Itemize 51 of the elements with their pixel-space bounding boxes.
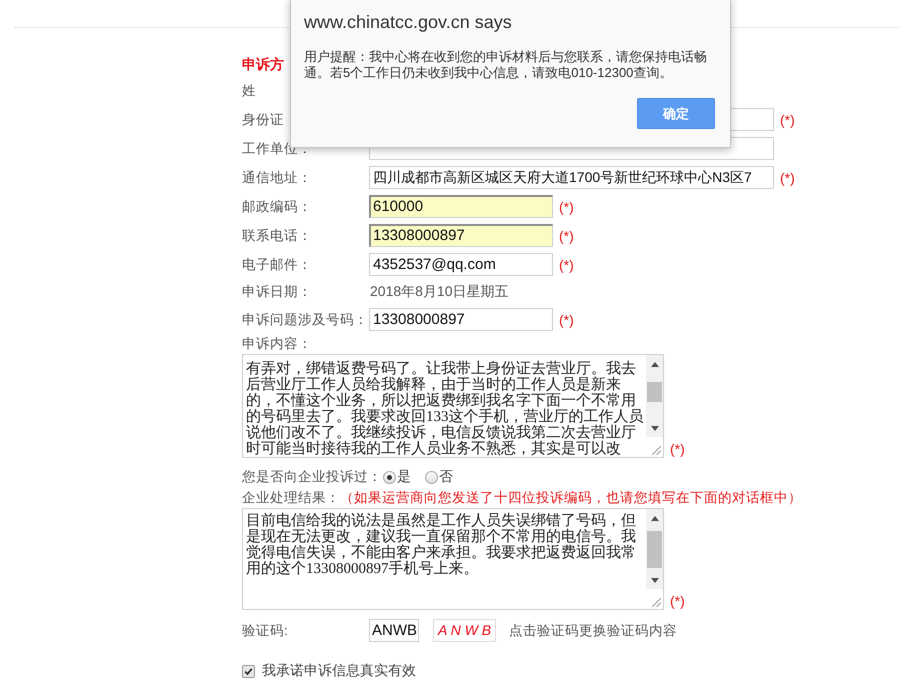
field-label: 联系电话： [242,226,313,244]
checkbox-label[interactable]: 我承诺申诉信息真实有效 [262,662,416,680]
scroll-thumb[interactable] [647,382,662,402]
radio-button[interactable] [383,470,396,484]
field-label: 您是否向企业投诉过： [242,468,382,486]
field-label: 申诉问题涉及号码： [242,310,369,328]
caret-down-icon [650,426,658,430]
text-area[interactable]: 有弄对，绑错返费号码了。让我带上身份证去营业厅。我去后营业厅工作人员给我解释，由于当时的工作人员是新来的，不懂这个业务，所以把返费绑到我名字下面一个不常用的号码里去了。我要求改回133这个手机，营业厅的工作人员说他们改不了。我继续投诉，电信反馈说我第二次去营业厅时可能当时接待我的工作人员业务不熟悉，其实是可以改 [242,354,664,458]
resize-grip-icon[interactable] [652,446,661,455]
input-field[interactable]: 四川成都市高新区城区天府大道1700号新世纪环球中心N3区7 [369,166,774,189]
field-label: 电子邮件： [242,256,313,274]
caret-up-icon [650,516,658,520]
scrollbar[interactable] [646,509,663,589]
required-mark: (*) [559,226,574,244]
required-mark: (*) [780,110,795,128]
field-label: 验证码: [242,622,289,640]
field-label: 通信地址： [242,168,313,186]
required-mark: (*) [670,440,685,458]
required-mark: (*) [780,168,795,186]
field-label: 身份证 [242,110,285,128]
captcha-hint: 点击验证码更换验证码内容 [509,622,678,640]
radio-label[interactable]: 否 [439,468,453,486]
scrollbar[interactable] [646,355,663,437]
required-mark: (*) [559,256,574,274]
caret-down-icon [650,578,658,582]
dialog-message: 用户提醒：我中心将在收到您的申诉材料后与您联系，请您保持电话畅通。若5个工作日仍未收到我中心信息，请致电010-12300查询。 [304,49,708,81]
field-label: 邮政编码： [242,198,313,216]
input-field[interactable]: 4352537@qq.com [369,253,553,276]
input-field[interactable]: 610000 [369,195,553,218]
captcha-input[interactable]: ANWB [369,619,419,642]
input-field[interactable]: 13308000897 [369,224,553,247]
radio-button[interactable] [425,470,438,484]
field-label: 姓 [242,82,257,100]
input-field[interactable]: 13308000897 [369,308,553,331]
required-mark: (*) [670,592,685,610]
required-mark: (*) [559,198,574,216]
caret-up-icon [650,362,658,366]
hint-note: （如果运营商向您发送了十四位投诉编码，也请您填写在下面的对话框中） [340,489,802,507]
resize-grip-icon[interactable] [652,598,661,607]
section-title: 申诉方 [242,55,284,74]
dialog-title: www.chinatcc.gov.cn says [304,11,513,34]
captcha-image[interactable]: A N W B [433,619,496,642]
field-label: 企业处理结果： [242,489,340,507]
field-label: 申诉日期： [242,283,313,301]
required-mark: (*) [559,310,574,328]
field-label: 申诉内容： [242,335,312,353]
radio-label[interactable]: 是 [397,468,411,486]
checkbox[interactable] [242,664,255,678]
text-area[interactable]: 目前电信给我的说法是虽然是工作人员失误绑错了号码，但是现在无法更改，建议我一直保留那个不常用的电信号。我觉得电信失误，不能由客户来承担。我要求把返费返回我常用的这个13308000897手机号上来。 [242,508,664,610]
scroll-thumb[interactable] [647,531,662,568]
field-value: 2018年8月10日星期五 [369,283,509,301]
